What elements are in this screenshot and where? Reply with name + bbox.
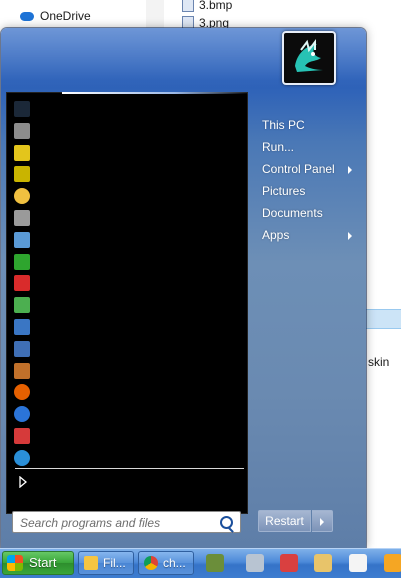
image-file-icon xyxy=(182,0,194,12)
menu-item-label: This PC xyxy=(262,118,305,132)
package-icon[interactable] xyxy=(314,554,332,572)
taskbar-task-chrome[interactable]: ch... xyxy=(138,551,194,575)
satellite-icon[interactable] xyxy=(14,210,30,226)
paint-icon[interactable] xyxy=(280,554,298,572)
file-name: 3.bmp xyxy=(199,0,233,12)
user-avatar[interactable] xyxy=(282,31,336,85)
editor-icon[interactable] xyxy=(14,319,30,335)
film-icon[interactable] xyxy=(14,362,30,379)
taskbar: Start Fil... ch... xyxy=(0,548,401,578)
menu-item-label: Control Panel xyxy=(262,162,335,176)
file-name: skin xyxy=(368,355,390,369)
submenu-arrow-icon xyxy=(348,166,352,174)
tool-x-icon[interactable] xyxy=(14,144,30,161)
menu-item-label: Run... xyxy=(262,140,295,154)
submenu-arrow-icon xyxy=(348,232,352,240)
start-button[interactable]: Start xyxy=(2,551,74,575)
e-icon[interactable] xyxy=(14,406,30,423)
programs-separator xyxy=(15,468,244,469)
dragon-avatar-icon xyxy=(287,36,331,80)
steam-icon[interactable] xyxy=(14,101,30,117)
clock-icon[interactable] xyxy=(14,188,30,205)
blender-icon[interactable] xyxy=(384,554,401,572)
piano-icon[interactable] xyxy=(14,428,30,444)
programs-pane xyxy=(6,92,250,514)
start-label: Start xyxy=(29,555,57,570)
menu-item-apps[interactable]: Apps xyxy=(262,225,362,245)
menu-item-pictures[interactable]: Pictures xyxy=(262,181,362,201)
firefox-icon[interactable] xyxy=(14,384,30,401)
search-placeholder: Search programs and files xyxy=(20,516,161,530)
task-label: Fil... xyxy=(103,556,126,570)
counter-icon[interactable] xyxy=(14,166,30,183)
start-menu xyxy=(1,28,366,548)
green-app-icon[interactable] xyxy=(14,253,30,270)
menu-item-label: Documents xyxy=(262,206,323,220)
power-options-arrow-icon[interactable] xyxy=(312,510,333,532)
windows-logo-icon xyxy=(7,555,23,571)
taskbar-task-explorer[interactable]: Fil... xyxy=(78,551,134,575)
folder-icon xyxy=(84,556,98,570)
monitor-icon[interactable] xyxy=(14,231,30,248)
menu-item-documents[interactable]: Documents xyxy=(262,203,362,223)
menu-item-this-pc[interactable]: This PC xyxy=(262,115,362,135)
window-icon[interactable] xyxy=(349,554,367,572)
menu-item-label: Apps xyxy=(262,228,290,242)
minecraft-icon[interactable] xyxy=(206,554,224,572)
search-input[interactable]: Search programs and files xyxy=(12,511,241,533)
menu-item-control-panel[interactable]: Control Panel xyxy=(262,159,362,179)
nav-item-label: OneDrive xyxy=(40,9,91,23)
pdf-icon[interactable] xyxy=(14,275,30,292)
swirl-icon[interactable] xyxy=(14,449,30,466)
device-icon[interactable] xyxy=(14,122,30,139)
search-icon[interactable] xyxy=(220,516,233,529)
restart-button[interactable]: Restart xyxy=(258,510,311,532)
chrome-icon xyxy=(144,556,158,570)
menu-item-run[interactable]: Run... xyxy=(262,137,362,157)
nav-item-onedrive[interactable]: OneDrive xyxy=(20,8,91,24)
virtualbox-icon[interactable] xyxy=(14,340,30,357)
funnel-icon[interactable] xyxy=(246,554,264,572)
menu-item-label: Pictures xyxy=(262,184,306,198)
task-label: ch... xyxy=(163,556,186,570)
arch-icon[interactable] xyxy=(14,297,30,314)
file-item[interactable]: 3.bmp xyxy=(182,0,232,13)
cloud-icon xyxy=(20,11,34,21)
all-programs-arrow-icon[interactable] xyxy=(18,475,32,490)
pane-highlight xyxy=(62,92,250,94)
